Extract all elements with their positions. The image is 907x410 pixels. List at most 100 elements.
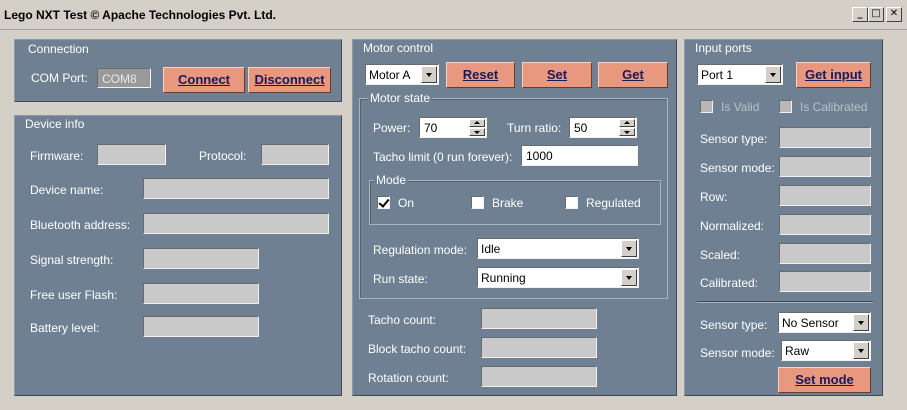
checkbox-icon[interactable] xyxy=(565,196,578,209)
set-mode-button[interactable]: Set mode xyxy=(778,367,871,393)
is-calibrated-label: Is Calibrated xyxy=(800,100,868,114)
get-motor-button[interactable]: Get xyxy=(598,62,668,88)
firmware-label: Firmware: xyxy=(30,149,84,163)
signal-strength-field xyxy=(143,248,259,269)
battery-level-field xyxy=(143,316,259,337)
mode-on-checkbox[interactable]: On xyxy=(377,196,414,210)
mode-regulated-checkbox[interactable]: Regulated xyxy=(565,196,641,210)
regulation-mode-select[interactable]: Idle xyxy=(477,238,639,259)
input-ports-panel: Input ports Port 1 Get input Is Valid Is… xyxy=(684,39,883,396)
reset-button[interactable]: Reset xyxy=(446,62,515,88)
scaled-field xyxy=(779,243,871,264)
motor-select-value: Motor A xyxy=(369,68,411,82)
connection-legend: Connection xyxy=(26,42,91,56)
set-sensor-type-label: Sensor type: xyxy=(700,318,768,332)
power-label: Power: xyxy=(373,121,411,135)
close-icon[interactable]: ✕ xyxy=(886,7,902,22)
battery-level-label: Battery level: xyxy=(30,321,100,335)
bluetooth-address-label: Bluetooth address: xyxy=(30,218,131,232)
mode-legend: Mode xyxy=(374,173,409,187)
checkbox-checked-icon[interactable] xyxy=(377,196,390,209)
minimize-icon[interactable]: _ xyxy=(852,7,868,22)
set-sensor-mode-label: Sensor mode: xyxy=(700,346,775,360)
block-tacho-count-field xyxy=(481,337,597,358)
sensor-mode-field xyxy=(779,156,871,177)
window-title: Lego NXT Test © Apache Technologies Pvt.… xyxy=(4,8,276,22)
set-sensor-mode-value: Raw xyxy=(785,344,810,358)
arrow-down-icon[interactable] xyxy=(619,128,635,136)
row-label: Row: xyxy=(700,190,728,204)
checkbox-icon[interactable] xyxy=(700,100,713,113)
free-flash-field xyxy=(143,283,259,304)
input-ports-legend: Input ports xyxy=(693,41,754,55)
motor-select[interactable]: Motor A xyxy=(365,64,439,85)
maximize-icon[interactable]: □ xyxy=(868,7,884,22)
disconnect-button[interactable]: Disconnect xyxy=(248,67,331,93)
title-bar: Lego NXT Test © Apache Technologies Pvt.… xyxy=(0,0,907,30)
set-motor-button[interactable]: Set xyxy=(522,62,592,88)
chevron-down-icon[interactable] xyxy=(621,240,637,257)
get-input-button[interactable]: Get input xyxy=(796,62,871,88)
com-port-label: COM Port: xyxy=(31,71,88,85)
port-select-value: Port 1 xyxy=(701,68,734,82)
motor-state-legend: Motor state xyxy=(368,91,433,105)
mode-group: Mode On Brake Regulated xyxy=(369,173,661,225)
tacho-count-label: Tacho count: xyxy=(368,313,437,327)
sensor-type-field xyxy=(779,127,871,148)
tacho-count-field xyxy=(481,308,597,329)
tacho-limit-label: Tacho limit (0 run forever): xyxy=(373,150,513,164)
turn-ratio-spinner[interactable] xyxy=(619,119,635,136)
power-value: 70 xyxy=(424,121,438,135)
chevron-down-icon[interactable] xyxy=(421,66,437,83)
checkbox-icon[interactable] xyxy=(471,196,484,209)
block-tacho-count-label: Block tacho count: xyxy=(368,342,467,356)
device-name-field xyxy=(143,178,329,199)
arrow-up-icon[interactable] xyxy=(619,119,635,127)
row-field xyxy=(779,185,871,206)
arrow-up-icon[interactable] xyxy=(469,119,485,127)
chevron-down-icon[interactable] xyxy=(853,314,869,331)
rotation-count-field xyxy=(481,366,597,387)
set-sensor-type-value: No Sensor xyxy=(782,316,839,330)
set-sensor-mode-select[interactable]: Raw xyxy=(781,340,871,361)
motor-state-group: Motor state Power: 70 Turn ratio: 50 Tac… xyxy=(359,91,668,299)
mode-brake-checkbox[interactable]: Brake xyxy=(471,196,523,210)
checkbox-icon[interactable] xyxy=(779,100,792,113)
port-select[interactable]: Port 1 xyxy=(697,64,783,85)
power-spinner[interactable] xyxy=(469,119,485,136)
is-valid-checkbox[interactable]: Is Valid xyxy=(700,100,759,114)
protocol-field xyxy=(261,144,329,165)
device-info-panel: Device info Firmware: Protocol: Device n… xyxy=(14,115,342,396)
rotation-count-label: Rotation count: xyxy=(368,371,449,385)
connection-panel: Connection COM Port: COM8 Connect Discon… xyxy=(14,39,342,102)
protocol-label: Protocol: xyxy=(199,149,247,163)
normalized-label: Normalized: xyxy=(700,219,765,233)
mode-on-label: On xyxy=(398,196,415,210)
com-port-input[interactable]: COM8 xyxy=(97,68,151,88)
regulation-mode-value: Idle xyxy=(481,242,501,256)
firmware-field xyxy=(97,144,166,165)
free-flash-label: Free user Flash: xyxy=(30,288,118,302)
scaled-label: Scaled: xyxy=(700,248,741,262)
sensor-type-label: Sensor type: xyxy=(700,132,768,146)
window-client-area: Connection COM Port: COM8 Connect Discon… xyxy=(0,31,907,410)
arrow-down-icon[interactable] xyxy=(469,128,485,136)
chevron-down-icon[interactable] xyxy=(621,269,637,286)
tacho-limit-input[interactable]: 1000 xyxy=(521,145,638,166)
motor-control-panel: Motor control Motor A Reset Set Get Moto… xyxy=(352,39,677,396)
regulation-mode-label: Regulation mode: xyxy=(373,243,468,257)
power-input[interactable]: 70 xyxy=(419,117,487,138)
is-calibrated-checkbox[interactable]: Is Calibrated xyxy=(779,100,867,114)
set-sensor-type-select[interactable]: No Sensor xyxy=(778,312,871,333)
signal-strength-label: Signal strength: xyxy=(30,253,114,267)
turn-ratio-value: 50 xyxy=(574,121,588,135)
divider xyxy=(697,301,873,303)
connect-button[interactable]: Connect xyxy=(163,67,245,93)
run-state-select[interactable]: Running xyxy=(477,267,639,288)
chevron-down-icon[interactable] xyxy=(765,66,781,83)
mode-regulated-label: Regulated xyxy=(586,196,641,210)
is-valid-label: Is Valid xyxy=(721,100,760,114)
sensor-mode-label: Sensor mode: xyxy=(700,161,775,175)
turn-ratio-input[interactable]: 50 xyxy=(569,117,637,138)
chevron-down-icon[interactable] xyxy=(853,342,869,359)
